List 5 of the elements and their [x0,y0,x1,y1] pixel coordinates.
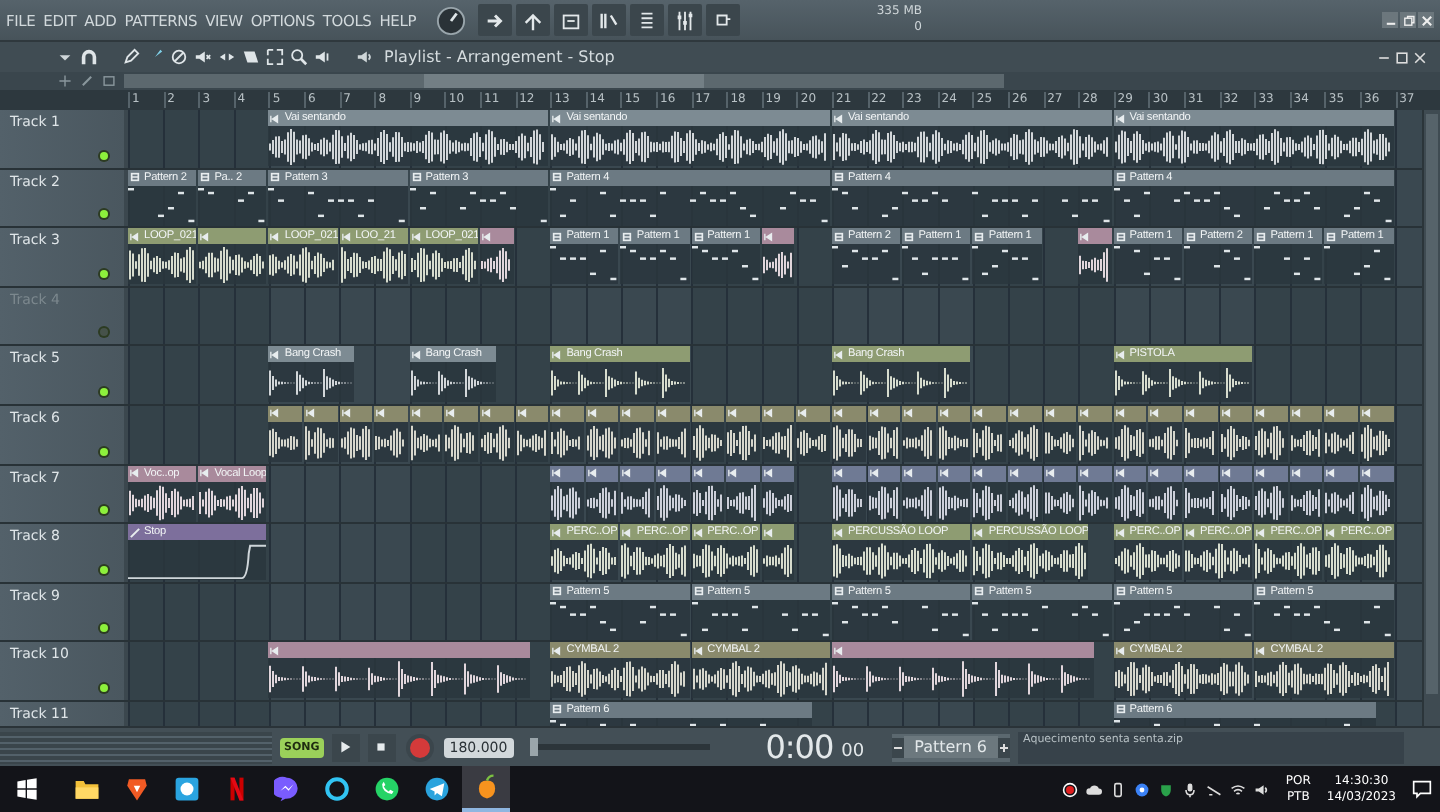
pattern-name: Pattern 6 [904,736,998,758]
time-fraction: 00 [841,742,865,762]
pattern-selector[interactable]: Pattern 6 [892,733,1010,761]
playlist-title[interactable]: Playlist - Arrangement - Stop [384,48,615,66]
time-display: 0:00 [765,728,834,766]
